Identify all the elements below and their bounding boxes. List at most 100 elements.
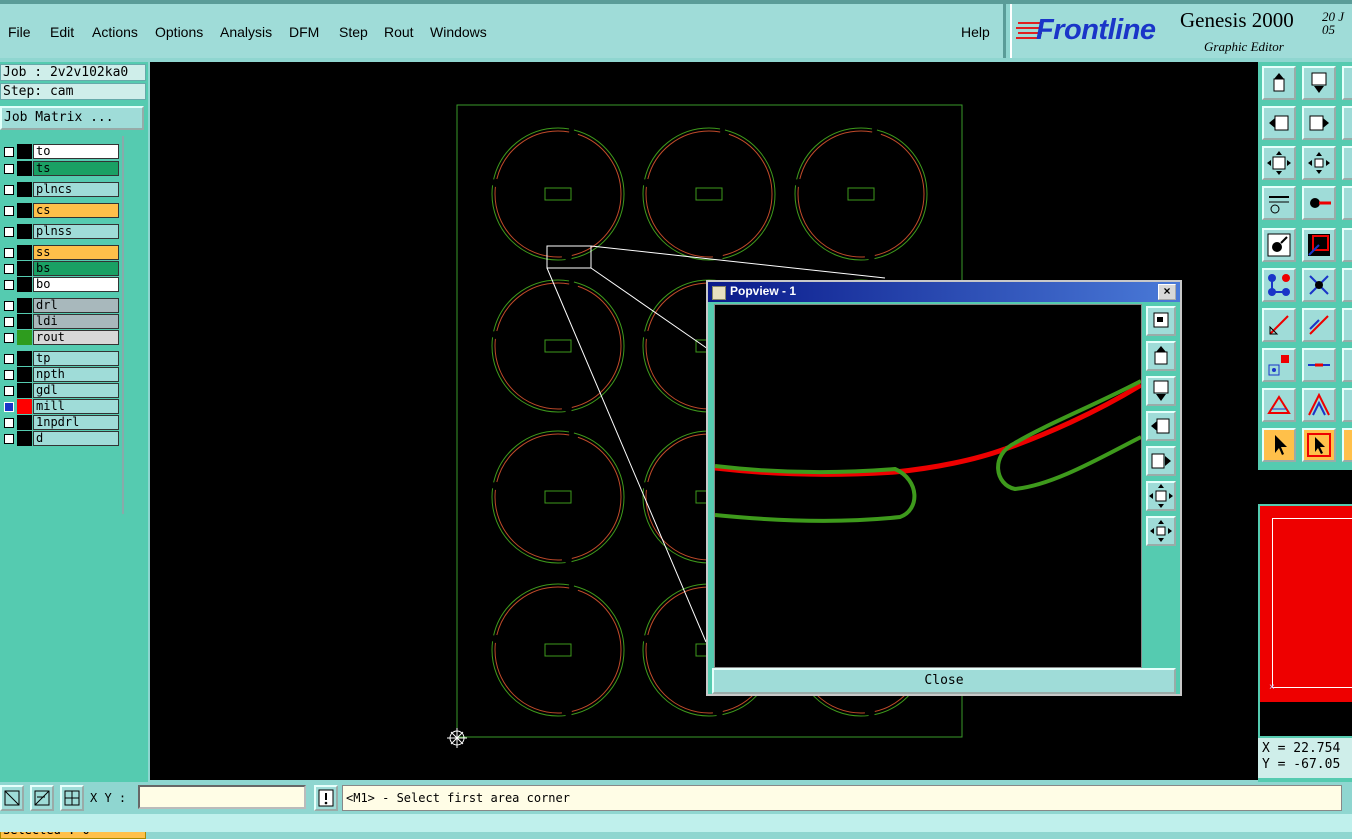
pointer-select-button[interactable] bbox=[1302, 428, 1336, 462]
popview-pan-up-button[interactable] bbox=[1146, 341, 1176, 371]
popview-zoom-home-button[interactable] bbox=[1146, 481, 1176, 511]
layer-name[interactable]: npth bbox=[33, 367, 119, 382]
snap-grid-button[interactable] bbox=[60, 785, 84, 811]
layer-checkbox[interactable] bbox=[4, 333, 14, 343]
popview-pan-left-button[interactable] bbox=[1146, 411, 1176, 441]
cut-line-button[interactable] bbox=[1302, 348, 1336, 382]
alert-button[interactable] bbox=[314, 785, 338, 811]
layer-checkbox[interactable] bbox=[4, 317, 14, 327]
layer-name[interactable]: drl bbox=[33, 298, 119, 313]
layer-row-cs[interactable]: cs bbox=[0, 203, 119, 218]
pan-down-button[interactable] bbox=[1302, 66, 1336, 100]
menu-rout[interactable]: Rout bbox=[384, 24, 414, 40]
tool-button[interactable] bbox=[1342, 308, 1352, 342]
draw-line-button-2[interactable] bbox=[1302, 308, 1336, 342]
layer-checkbox[interactable] bbox=[4, 301, 14, 311]
popview-canvas[interactable] bbox=[714, 304, 1143, 668]
layer-checkbox[interactable] bbox=[4, 370, 14, 380]
layer-checkbox[interactable] bbox=[4, 264, 14, 274]
tool-button[interactable] bbox=[1342, 428, 1352, 462]
tool-button[interactable] bbox=[1342, 146, 1352, 180]
layer-name[interactable]: bs bbox=[33, 261, 119, 276]
layer-checkbox[interactable] bbox=[4, 227, 14, 237]
layer-name[interactable]: mill bbox=[33, 399, 119, 414]
popview-pan-right-button[interactable] bbox=[1146, 446, 1176, 476]
popview-close-button[interactable]: Close bbox=[712, 668, 1176, 694]
layer-checkbox[interactable] bbox=[4, 418, 14, 428]
layer-row-npth[interactable]: npth bbox=[0, 367, 119, 382]
layer-row-gdl[interactable]: gdl bbox=[0, 383, 119, 398]
layer-row-tp[interactable]: tp bbox=[0, 351, 119, 366]
layer-row-rout[interactable]: rout bbox=[0, 330, 119, 345]
pan-extra-button[interactable] bbox=[1342, 66, 1352, 100]
layer-name[interactable]: d bbox=[33, 431, 119, 446]
layer-name[interactable]: ldi bbox=[33, 314, 119, 329]
xy-input[interactable] bbox=[138, 785, 306, 809]
popview-pan-down-button[interactable] bbox=[1146, 376, 1176, 406]
layer-checkbox[interactable] bbox=[4, 248, 14, 258]
menu-windows[interactable]: Windows bbox=[430, 24, 487, 40]
layer-row-ss[interactable]: ss bbox=[0, 245, 119, 260]
layer-row-ts[interactable]: ts bbox=[0, 161, 119, 176]
layer-name[interactable]: ss bbox=[33, 245, 119, 260]
layer-checkbox[interactable] bbox=[4, 354, 14, 364]
layer-name[interactable]: bo bbox=[33, 277, 119, 292]
zoom-window-button[interactable] bbox=[0, 785, 24, 811]
zoom-home-button[interactable] bbox=[1262, 146, 1296, 180]
layer-row-d[interactable]: d bbox=[0, 431, 119, 446]
layer-name[interactable]: to bbox=[33, 144, 119, 159]
popview-sync-button[interactable] bbox=[1146, 306, 1176, 336]
menu-help[interactable]: Help bbox=[961, 24, 990, 40]
draw-line-button[interactable] bbox=[1262, 308, 1296, 342]
menu-actions[interactable]: Actions bbox=[92, 24, 138, 40]
overview-minimap[interactable]: × bbox=[1260, 506, 1352, 702]
menu-step[interactable]: Step bbox=[339, 24, 368, 40]
menu-options[interactable]: Options bbox=[155, 24, 203, 40]
layer-name[interactable]: rout bbox=[33, 330, 119, 345]
layer-checkbox[interactable] bbox=[4, 147, 14, 157]
menu-file[interactable]: File bbox=[8, 24, 31, 40]
layer-name[interactable]: ts bbox=[33, 161, 119, 176]
delete-feature-button[interactable] bbox=[1302, 268, 1336, 302]
job-matrix-button[interactable]: Job Matrix ... bbox=[0, 106, 144, 130]
layer-name[interactable]: gdl bbox=[33, 383, 119, 398]
zoom-out-button[interactable] bbox=[30, 785, 54, 811]
measure-button[interactable] bbox=[1262, 186, 1296, 220]
layer-row-plnss[interactable]: plnss bbox=[0, 224, 119, 239]
layer-row-bs[interactable]: bs bbox=[0, 261, 119, 276]
triangle-button[interactable] bbox=[1262, 388, 1296, 422]
layer-name[interactable]: tp bbox=[33, 351, 119, 366]
select-feature-button[interactable] bbox=[1262, 228, 1296, 262]
select-area-button[interactable] bbox=[1302, 228, 1336, 262]
popview-titlebar[interactable]: Popview - 1 × bbox=[708, 282, 1180, 302]
pan-right-button[interactable] bbox=[1302, 106, 1336, 140]
tool-button[interactable] bbox=[1342, 106, 1352, 140]
tool-button[interactable] bbox=[1342, 348, 1352, 382]
tool-button[interactable] bbox=[1342, 228, 1352, 262]
layer-checkbox[interactable] bbox=[4, 206, 14, 216]
menu-edit[interactable]: Edit bbox=[50, 24, 74, 40]
layer-name[interactable]: cs bbox=[33, 203, 119, 218]
probe-button[interactable] bbox=[1302, 186, 1336, 220]
menu-dfm[interactable]: DFM bbox=[289, 24, 319, 40]
layer-checkbox[interactable] bbox=[4, 185, 14, 195]
layer-checkbox[interactable] bbox=[4, 402, 14, 412]
close-icon[interactable]: × bbox=[1158, 284, 1176, 300]
popview-zoom-fit-button[interactable] bbox=[1146, 516, 1176, 546]
layer-checkbox[interactable] bbox=[4, 280, 14, 290]
layer-row-drl[interactable]: drl bbox=[0, 298, 119, 313]
tool-button[interactable] bbox=[1342, 388, 1352, 422]
layer-row-mill[interactable]: mill bbox=[0, 399, 119, 414]
connect-button[interactable] bbox=[1262, 268, 1296, 302]
layer-checkbox[interactable] bbox=[4, 434, 14, 444]
tool-button[interactable] bbox=[1342, 268, 1352, 302]
layer-name[interactable]: 1npdrl bbox=[33, 415, 119, 430]
layer-row-ldi[interactable]: ldi bbox=[0, 314, 119, 329]
layer-name[interactable]: plnss bbox=[33, 224, 119, 239]
triangle-button-2[interactable] bbox=[1302, 388, 1336, 422]
layer-row-bo[interactable]: bo bbox=[0, 277, 119, 292]
layer-row-to[interactable]: to bbox=[0, 144, 119, 159]
pan-left-button[interactable] bbox=[1262, 106, 1296, 140]
tool-button[interactable] bbox=[1342, 186, 1352, 220]
layer-checkbox[interactable] bbox=[4, 164, 14, 174]
